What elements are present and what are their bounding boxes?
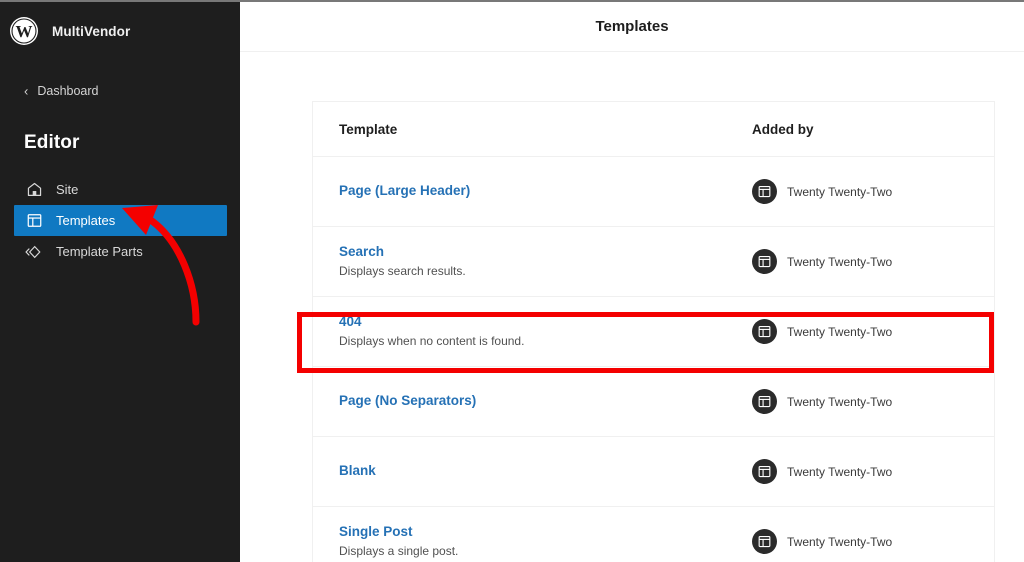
wordpress-logo-icon[interactable]: W [10,17,38,45]
column-header-added-by: Added by [752,121,814,137]
cell-template: Page (No Separators) [339,392,752,410]
template-description: Displays when no content is found. [339,334,525,349]
theme-name: Twenty Twenty-Two [787,534,893,549]
column-header-template: Template [339,121,398,137]
cell-added-by: Twenty Twenty-Two [752,249,994,274]
page-header: Templates [240,2,1024,52]
cell-added-by: Twenty Twenty-Two [752,459,994,484]
table-row[interactable]: Page (Large Header) Twenty Twenty-Two [313,157,994,227]
editor-heading: Editor [24,132,80,153]
cell-added-by: Twenty Twenty-Two [752,319,994,344]
cell-added-by: Twenty Twenty-Two [752,179,994,204]
site-title: MultiVendor [52,23,131,39]
template-link[interactable]: Single Post [339,524,413,539]
theme-layout-icon [752,459,777,484]
table-row[interactable]: 404 Displays when no content is found. Twe… [313,297,994,367]
table-header-row: Template Added by [313,102,994,157]
editor-sidebar: W MultiVendor ‹ Dashboard Editor Site Te… [0,2,240,562]
editor-nav: Site Templates Template Parts [0,174,240,267]
theme-layout-icon [752,529,777,554]
cell-template: 404 Displays when no content is found. [339,313,752,350]
cell-template: Single Post Displays a single post. [339,523,752,560]
template-link[interactable]: Blank [339,463,376,478]
dashboard-back-link[interactable]: ‹ Dashboard [0,78,240,104]
template-link[interactable]: Search [339,244,384,259]
cell-added-by: Twenty Twenty-Two [752,529,994,554]
table-body: Page (Large Header) Twenty Twenty-Two Sear… [313,157,994,562]
templates-table: Template Added by Page (Large Header) Twe… [312,101,995,562]
svg-text:W: W [16,22,33,41]
main-content: Templates Template Added by Page (Large … [240,2,1024,562]
sidebar-item-site[interactable]: Site [14,174,227,205]
table-row[interactable]: Page (No Separators) Twenty Twenty-Two [313,367,994,437]
home-icon [25,181,43,199]
theme-name: Twenty Twenty-Two [787,324,893,339]
table-row[interactable]: Blank Twenty Twenty-Two [313,437,994,507]
theme-name: Twenty Twenty-Two [787,184,893,199]
cell-template: Blank [339,462,752,480]
sidebar-item-label: Site [56,182,79,197]
theme-layout-icon [752,389,777,414]
theme-layout-icon [752,319,777,344]
cell-added-by: Twenty Twenty-Two [752,389,994,414]
sidebar-item-template-parts[interactable]: Template Parts [14,236,227,267]
sidebar-item-label: Template Parts [56,244,143,259]
site-brand[interactable]: W MultiVendor [0,2,240,60]
template-link[interactable]: Page (No Separators) [339,393,476,408]
template-description: Displays search results. [339,264,466,279]
table-row[interactable]: Search Displays search results. Twenty Twe… [313,227,994,297]
cell-template: Page (Large Header) [339,182,752,200]
sidebar-item-templates[interactable]: Templates [14,205,227,236]
template-link[interactable]: Page (Large Header) [339,183,470,198]
template-description: Displays a single post. [339,544,459,559]
theme-name: Twenty Twenty-Two [787,394,893,409]
template-link[interactable]: 404 [339,314,362,329]
page-title: Templates [595,18,669,35]
app-root: W MultiVendor ‹ Dashboard Editor Site Te… [0,0,1024,562]
theme-name: Twenty Twenty-Two [787,254,893,269]
theme-name: Twenty Twenty-Two [787,464,893,479]
theme-layout-icon [752,179,777,204]
theme-layout-icon [752,249,777,274]
template-parts-icon [25,243,43,261]
cell-template: Search Displays search results. [339,243,752,280]
dashboard-label: Dashboard [37,84,99,98]
chevron-left-icon: ‹ [24,83,29,98]
table-row[interactable]: Single Post Displays a single post. Twenty… [313,507,994,562]
sidebar-item-label: Templates [56,213,116,228]
template-layout-icon [25,212,43,230]
